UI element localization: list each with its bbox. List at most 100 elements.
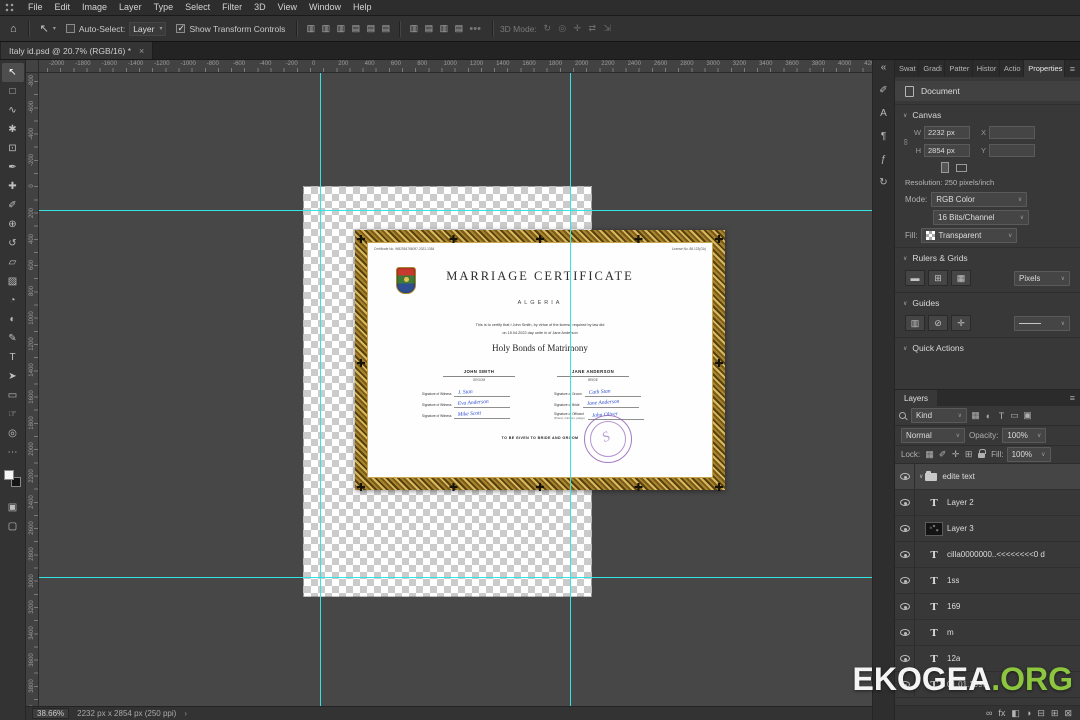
screen-mode-icon[interactable]: ▢: [2, 517, 24, 536]
layers-menu-icon[interactable]: ≡: [1065, 390, 1080, 406]
link-dimensions-icon[interactable]: ∞: [901, 137, 911, 147]
foreground-color-swatch[interactable]: [4, 470, 14, 480]
opacity-select[interactable]: 100%∨: [1002, 428, 1046, 443]
tab-history[interactable]: Histor: [973, 60, 1000, 77]
guide-horizontal[interactable]: [39, 577, 872, 578]
new-layer-icon[interactable]: ⊞: [1051, 706, 1059, 720]
portrait-orientation-icon[interactable]: [941, 162, 949, 173]
certificate-image[interactable]: Certificate No. WB2554786097-2022-1384 L…: [355, 230, 725, 490]
x-field[interactable]: [989, 126, 1035, 139]
align-center-horizontal-icon[interactable]: ▥: [319, 22, 332, 35]
ruler-units-select[interactable]: Pixels∨: [1014, 271, 1070, 286]
clone-stamp-tool[interactable]: ⊕: [2, 215, 24, 234]
menu-edit[interactable]: Edit: [49, 0, 77, 15]
layer-mask-icon[interactable]: ◧: [1011, 706, 1020, 720]
color-mode-select[interactable]: RGB Color∨: [931, 192, 1027, 207]
layer-row[interactable]: T 169: [895, 594, 1080, 620]
glyphs-panel-icon[interactable]: ƒ: [881, 154, 887, 166]
layer-name[interactable]: 169: [947, 602, 960, 611]
layer-name[interactable]: 1ss: [947, 576, 959, 585]
hand-tool[interactable]: ☞: [2, 405, 24, 424]
align-right-icon[interactable]: ▥: [334, 22, 347, 35]
guide-vertical[interactable]: [570, 73, 571, 706]
zoom-level-field[interactable]: 38.66%: [32, 708, 69, 719]
ruler-corner[interactable]: [26, 60, 39, 73]
spot-healing-brush-tool[interactable]: ✚: [2, 177, 24, 196]
brush-settings-icon[interactable]: ✐: [879, 85, 887, 97]
document-tab[interactable]: Italy id.psd @ 20.7% (RGB/16) * ×: [1, 42, 153, 59]
brush-tool[interactable]: ✐: [2, 196, 24, 215]
menu-layer[interactable]: Layer: [113, 0, 148, 15]
guide-vertical[interactable]: [320, 73, 321, 706]
menu-filter[interactable]: Filter: [216, 0, 248, 15]
eyedropper-tool[interactable]: ✒: [2, 158, 24, 177]
lock-position-icon[interactable]: ✛: [949, 448, 962, 461]
smart-object-filter-icon[interactable]: ▣: [1021, 409, 1034, 422]
roll-3d-icon[interactable]: ◎: [556, 22, 569, 35]
guides-toggle-icon[interactable]: ▥: [905, 315, 925, 331]
bit-depth-select[interactable]: 16 Bits/Channel∨: [933, 210, 1029, 225]
lock-guides-icon[interactable]: ⊘: [928, 315, 948, 331]
tab-actions[interactable]: Actio: [1000, 60, 1024, 77]
blur-tool[interactable]: ◔: [2, 291, 24, 310]
move-tool-icon[interactable]: ↖: [36, 22, 53, 35]
layer-row-group[interactable]: ∨ edite text: [895, 464, 1080, 490]
y-field[interactable]: [989, 144, 1035, 157]
layer-visibility-icon[interactable]: [900, 603, 910, 610]
delete-layer-icon[interactable]: ⊠: [1064, 706, 1072, 720]
more-tools-icon[interactable]: ⋯: [2, 443, 24, 462]
layer-name[interactable]: Layer 3: [947, 524, 974, 533]
tab-properties[interactable]: Properties: [1024, 60, 1065, 77]
paragraph-panel-icon[interactable]: ¶: [881, 131, 886, 143]
section-guides[interactable]: ∨Guides: [895, 292, 1080, 312]
layer-visibility-icon[interactable]: [900, 629, 910, 636]
layer-effects-icon[interactable]: fx: [998, 706, 1005, 720]
more-options-icon[interactable]: •••: [465, 23, 485, 35]
distribute-left-edges-icon[interactable]: ▥: [437, 22, 450, 35]
layer-group-icon[interactable]: ⊟: [1037, 706, 1045, 720]
menu-window[interactable]: Window: [303, 0, 347, 15]
path-selection-tool[interactable]: ➤: [2, 367, 24, 386]
tab-layers[interactable]: Layers: [895, 390, 937, 406]
lock-artboard-icon[interactable]: ⊞: [962, 448, 975, 461]
ruler-toggle-icon[interactable]: ▬: [905, 270, 925, 286]
rectangle-tool[interactable]: ▭: [2, 386, 24, 405]
slide-3d-icon[interactable]: ⇄: [586, 22, 599, 35]
lock-transparency-icon[interactable]: ▦: [923, 448, 936, 461]
pixel-layer-filter-icon[interactable]: ▦: [969, 409, 982, 422]
layer-visibility-icon[interactable]: [900, 577, 910, 584]
align-bottom-icon[interactable]: ▤: [379, 22, 392, 35]
auto-select-checkbox[interactable]: [66, 24, 75, 33]
layer-row[interactable]: Layer 3: [895, 516, 1080, 542]
ruler-horizontal[interactable]: -2000-1800-1600-1400-1200-1000-800-600-4…: [39, 60, 872, 73]
layer-name[interactable]: m: [947, 628, 954, 637]
distribute-vertical-icon[interactable]: ▤: [422, 22, 435, 35]
distribute-horizontal-icon[interactable]: ▥: [407, 22, 420, 35]
lock-all-icon[interactable]: [975, 448, 988, 461]
align-left-icon[interactable]: ▥: [304, 22, 317, 35]
lock-paint-icon[interactable]: ✐: [936, 448, 949, 461]
layer-visibility-icon[interactable]: [900, 525, 910, 532]
layer-visibility-icon[interactable]: [900, 551, 910, 558]
menu-help[interactable]: Help: [347, 0, 378, 15]
auto-select-target-select[interactable]: Layer▾: [129, 22, 166, 36]
show-transform-checkbox[interactable]: [176, 24, 185, 33]
status-caret-icon[interactable]: ›: [184, 709, 187, 718]
scale-3d-icon[interactable]: ⇲: [601, 22, 614, 35]
menu-select[interactable]: Select: [179, 0, 216, 15]
adjustment-layer-icon[interactable]: ◑: [1026, 706, 1031, 720]
character-panel-icon[interactable]: A: [880, 108, 887, 120]
shape-layer-filter-icon[interactable]: ▭: [1008, 409, 1021, 422]
layer-row[interactable]: T Layer 2: [895, 490, 1080, 516]
section-rulers-grids[interactable]: ∨Rulers & Grids: [895, 247, 1080, 267]
dodge-tool[interactable]: ◐: [2, 310, 24, 329]
align-middle-icon[interactable]: ▤: [364, 22, 377, 35]
grid-toggle-icon[interactable]: ⊞: [928, 270, 948, 286]
fill-opacity-select[interactable]: 100%∨: [1007, 447, 1051, 462]
align-top-icon[interactable]: ▤: [349, 22, 362, 35]
type-tool[interactable]: T: [2, 348, 24, 367]
type-layer-filter-icon[interactable]: T: [995, 409, 1008, 422]
distribute-top-edges-icon[interactable]: ▤: [452, 22, 465, 35]
menu-3d[interactable]: 3D: [248, 0, 272, 15]
pan-3d-icon[interactable]: ✛: [571, 22, 584, 35]
